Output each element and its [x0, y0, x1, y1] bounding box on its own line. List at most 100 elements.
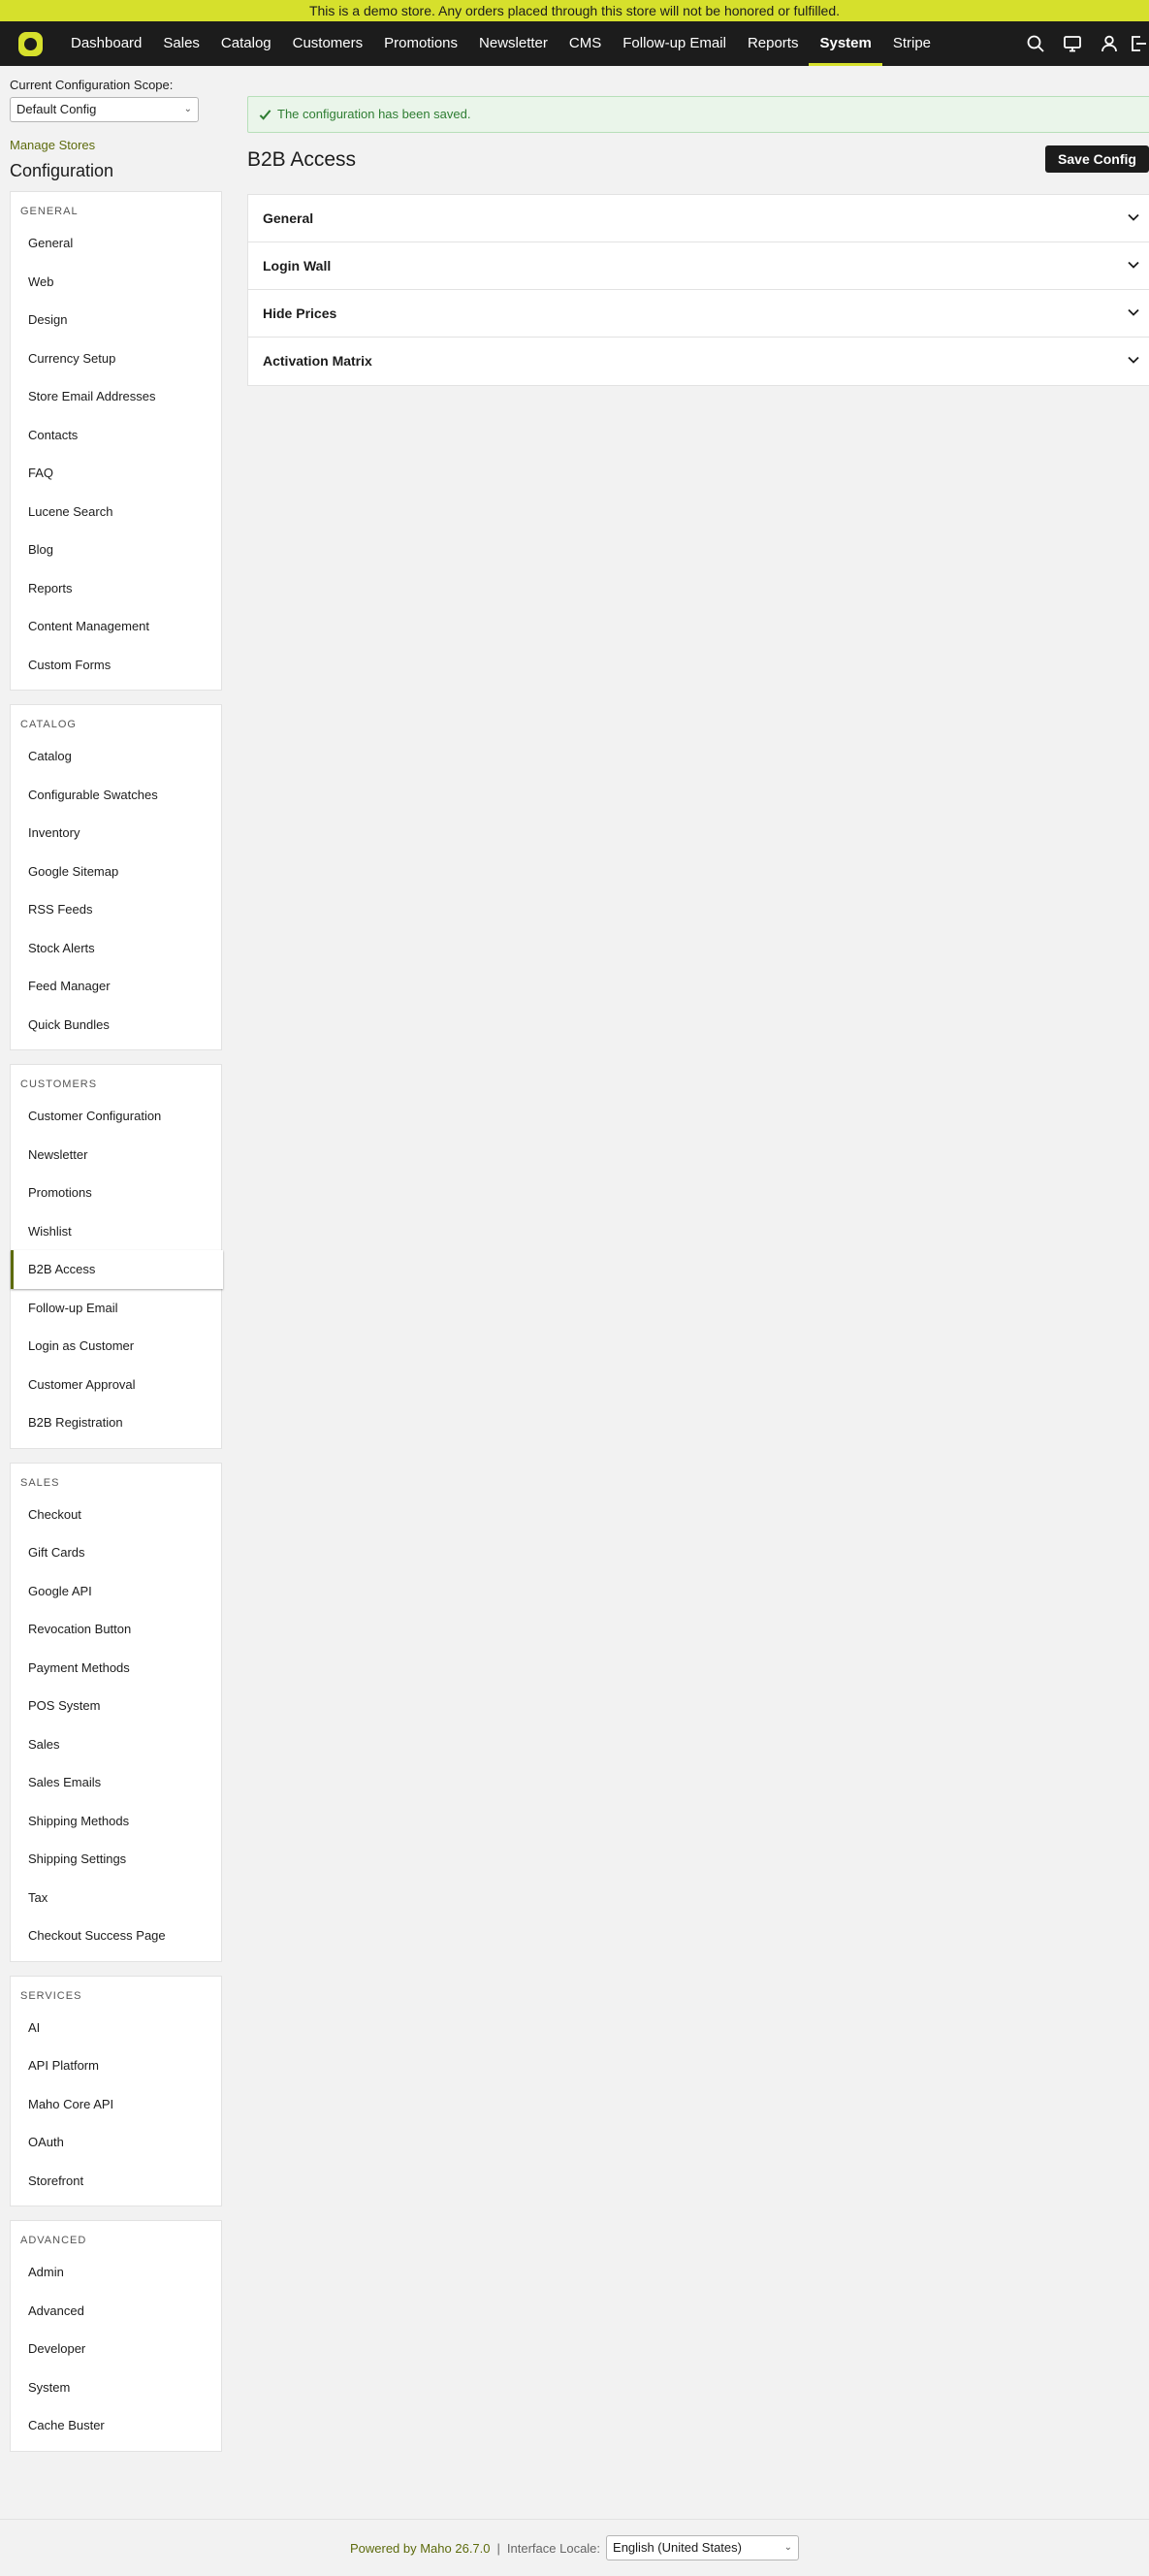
- sidebar-item-feed-manager[interactable]: Feed Manager: [11, 967, 221, 1006]
- panel-general[interactable]: General: [248, 195, 1149, 242]
- sidebar-item-contacts[interactable]: Contacts: [11, 416, 221, 455]
- sidebar-item-rss-feeds[interactable]: RSS Feeds: [11, 890, 221, 929]
- sidebar-item-admin[interactable]: Admin: [11, 2253, 221, 2292]
- success-message: The configuration has been saved.: [247, 96, 1149, 133]
- chevron-down-icon: ⌄: [783, 2542, 793, 2553]
- chevron-down-icon: [1128, 261, 1139, 269]
- nav-item-newsletter[interactable]: Newsletter: [468, 21, 559, 66]
- sidebar-item-pos-system[interactable]: POS System: [11, 1687, 221, 1725]
- sidebar-item-design[interactable]: Design: [11, 301, 221, 339]
- sidebar-item-currency-setup[interactable]: Currency Setup: [11, 339, 221, 378]
- page-title: B2B Access: [247, 148, 357, 171]
- scope-label: Current Configuration Scope:: [10, 78, 174, 92]
- main-content: The configuration has been saved. B2B Ac…: [247, 96, 1149, 386]
- sidebar-item-content-management[interactable]: Content Management: [11, 607, 221, 646]
- sidebar-item-maho-core-api[interactable]: Maho Core API: [11, 2085, 221, 2124]
- sidebar-item-b2b-registration[interactable]: B2B Registration: [11, 1403, 221, 1442]
- locale-select[interactable]: English (United States) ⌄: [606, 2535, 800, 2560]
- demo-store-banner: This is a demo store. Any orders placed …: [0, 0, 1149, 21]
- section-heading: CUSTOMERS: [20, 1079, 98, 1090]
- manage-stores-link[interactable]: Manage Stores: [10, 138, 222, 152]
- section-heading: SERVICES: [20, 1989, 82, 2002]
- sidebar-item-inventory[interactable]: Inventory: [11, 814, 221, 853]
- section-heading: ADVANCED: [20, 2235, 87, 2246]
- configuration-title: Configuration: [10, 161, 114, 180]
- nav-item-system[interactable]: System: [809, 21, 883, 66]
- section-sales: SALES Checkout Gift Cards Google API Revocat…: [10, 1462, 222, 1962]
- nav-item-customers[interactable]: Customers: [282, 21, 374, 66]
- sidebar-item-developer[interactable]: Developer: [11, 2330, 221, 2368]
- sidebar-item-cache-buster[interactable]: Cache Buster: [11, 2406, 221, 2445]
- sidebar-item-store-email-addresses[interactable]: Store Email Addresses: [11, 377, 221, 416]
- sidebar-item-sales[interactable]: Sales: [11, 1725, 221, 1764]
- sidebar-item-stock-alerts[interactable]: Stock Alerts: [11, 929, 221, 968]
- sidebar-item-ai[interactable]: AI: [11, 2009, 221, 2047]
- nav-item-promotions[interactable]: Promotions: [373, 21, 468, 66]
- sidebar-item-promotions[interactable]: Promotions: [11, 1174, 221, 1212]
- sidebar-item-quick-bundles[interactable]: Quick Bundles: [11, 1006, 221, 1045]
- config-sections: GENERAL General Web Design Currency Setup Sto…: [10, 191, 223, 2452]
- nav-item-cms[interactable]: CMS: [559, 21, 612, 66]
- sidebar-item-shipping-settings[interactable]: Shipping Settings: [11, 1840, 221, 1879]
- section-services: SERVICES AI API Platform Maho Core API OAuth…: [10, 1975, 222, 2206]
- section-heading: CATALOG: [20, 719, 77, 730]
- sidebar-item-tax[interactable]: Tax: [11, 1879, 221, 1917]
- sidebar-item-sales-emails[interactable]: Sales Emails: [11, 1763, 221, 1802]
- nav-item-sales[interactable]: Sales: [152, 21, 210, 66]
- maho-logo[interactable]: [18, 31, 43, 56]
- sidebar-item-system[interactable]: System: [11, 2368, 221, 2407]
- sidebar-item-checkout[interactable]: Checkout: [11, 1496, 221, 1534]
- nav-item-catalog[interactable]: Catalog: [210, 21, 282, 66]
- sidebar-item-b2b-access[interactable]: B2B Access: [11, 1250, 223, 1289]
- sidebar-item-payment-methods[interactable]: Payment Methods: [11, 1649, 221, 1688]
- sidebar-item-shipping-methods[interactable]: Shipping Methods: [11, 1802, 221, 1841]
- sidebar-item-configurable-swatches[interactable]: Configurable Swatches: [11, 776, 221, 815]
- sidebar-item-api-platform[interactable]: API Platform: [11, 2046, 221, 2085]
- monitor-icon[interactable]: [1054, 21, 1091, 66]
- sidebar-item-wishlist[interactable]: Wishlist: [11, 1212, 221, 1251]
- sidebar-item-custom-forms[interactable]: Custom Forms: [11, 646, 221, 685]
- search-icon[interactable]: [1017, 21, 1054, 66]
- sidebar-item-catalog[interactable]: Catalog: [11, 737, 221, 776]
- sidebar-item-storefront[interactable]: Storefront: [11, 2162, 221, 2201]
- sidebar-item-google-api[interactable]: Google API: [11, 1572, 221, 1611]
- panel-title: Hide Prices: [263, 306, 337, 321]
- sidebar-item-newsletter[interactable]: Newsletter: [11, 1136, 221, 1175]
- sidebar-item-reports[interactable]: Reports: [11, 569, 221, 608]
- sidebar-item-google-sitemap[interactable]: Google Sitemap: [11, 853, 221, 891]
- sidebar-item-customer-configuration[interactable]: Customer Configuration: [11, 1097, 221, 1136]
- logout-icon[interactable]: [1128, 21, 1149, 66]
- nav-item-dashboard[interactable]: Dashboard: [60, 21, 152, 66]
- powered-by-text: Powered by Maho 26.7.0: [349, 2540, 491, 2556]
- sidebar-item-lucene-search[interactable]: Lucene Search: [11, 493, 221, 531]
- sidebar-item-customer-approval[interactable]: Customer Approval: [11, 1366, 221, 1404]
- sidebar-item-revocation-button[interactable]: Revocation Button: [11, 1610, 221, 1649]
- sidebar-item-oauth[interactable]: OAuth: [11, 2123, 221, 2162]
- nav-item-stripe[interactable]: Stripe: [882, 21, 942, 66]
- nav-item-reports[interactable]: Reports: [737, 21, 810, 66]
- sidebar-item-checkout-success-page[interactable]: Checkout Success Page: [11, 1916, 221, 1955]
- panel-hide-prices[interactable]: Hide Prices: [248, 290, 1149, 338]
- sidebar-item-follow-up-email[interactable]: Follow-up Email: [11, 1289, 221, 1328]
- sidebar-item-general[interactable]: General: [11, 224, 221, 263]
- sidebar-item-login-as-customer[interactable]: Login as Customer: [11, 1327, 221, 1366]
- footer-separator: |: [496, 2540, 500, 2556]
- scope-select-value: Default Config: [16, 102, 97, 116]
- panel-title: Login Wall: [263, 258, 332, 274]
- main-menu: Dashboard Sales Catalog Customers Promotions…: [60, 21, 942, 66]
- save-config-button[interactable]: Save Config: [1045, 145, 1149, 173]
- config-sidebar: Current Configuration Scope: Default Con…: [10, 78, 223, 2465]
- panel-activation-matrix[interactable]: Activation Matrix: [248, 338, 1149, 385]
- sidebar-item-gift-cards[interactable]: Gift Cards: [11, 1533, 221, 1572]
- panel-login-wall[interactable]: Login Wall: [248, 242, 1149, 290]
- scope-select[interactable]: Default Config ⌄: [10, 97, 199, 122]
- sidebar-item-advanced[interactable]: Advanced: [11, 2292, 221, 2331]
- user-icon[interactable]: [1091, 21, 1128, 66]
- section-customers: CUSTOMERS Customer Configuration Newslette…: [10, 1064, 223, 1449]
- success-message-text: The configuration has been saved.: [277, 107, 471, 121]
- sidebar-item-web[interactable]: Web: [11, 263, 221, 302]
- nav-item-follow-up-email[interactable]: Follow-up Email: [612, 21, 737, 66]
- sidebar-item-blog[interactable]: Blog: [11, 531, 221, 569]
- top-navigation: Dashboard Sales Catalog Customers Promotions…: [0, 21, 1149, 66]
- sidebar-item-faq[interactable]: FAQ: [11, 454, 221, 493]
